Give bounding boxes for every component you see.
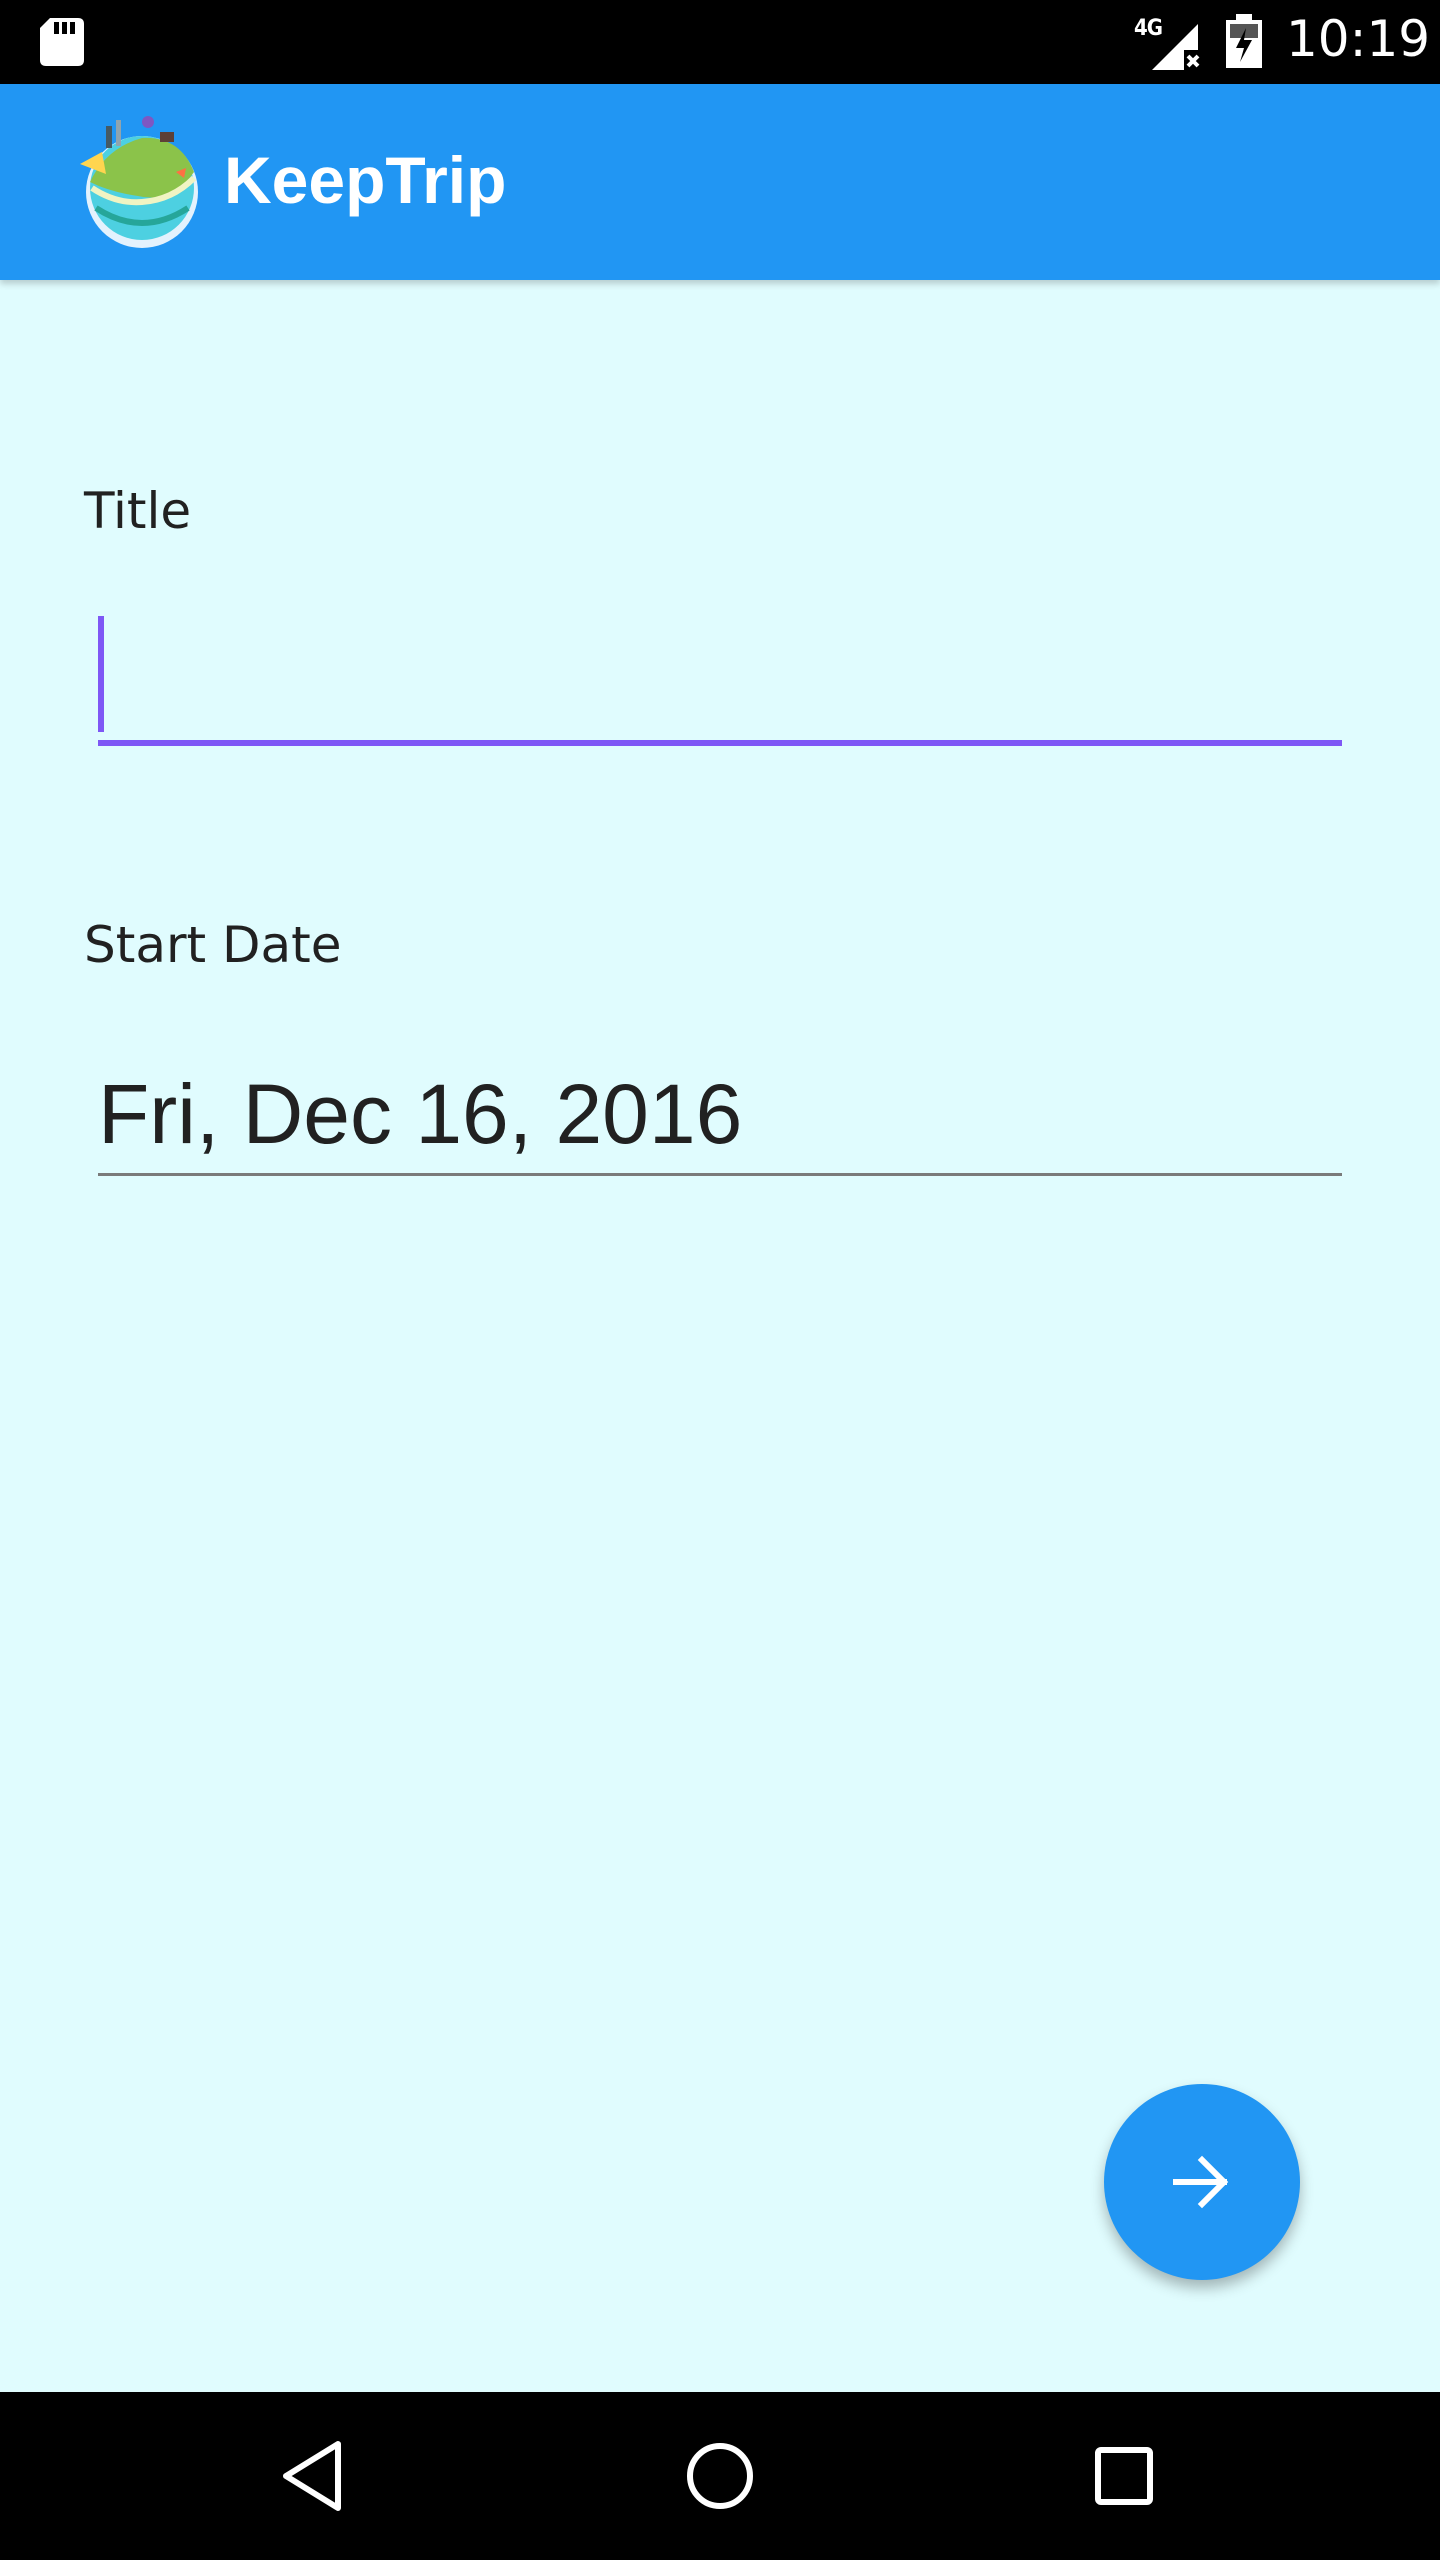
home-icon bbox=[687, 2443, 753, 2509]
start-date-value: Fri, Dec 16, 2016 bbox=[98, 1067, 743, 1161]
globe-island-logo-icon bbox=[80, 116, 198, 248]
arrow-forward-icon bbox=[1173, 2155, 1229, 2209]
next-button[interactable] bbox=[1104, 2084, 1300, 2280]
clock: 10:19 bbox=[1286, 10, 1431, 68]
recents-button[interactable] bbox=[1024, 2392, 1224, 2560]
status-bar: 4G 10:19 bbox=[0, 0, 1440, 84]
start-date-field[interactable]: Fri, Dec 16, 2016 bbox=[98, 1050, 1342, 1176]
navigation-bar bbox=[0, 2392, 1440, 2560]
recents-icon bbox=[1095, 2447, 1153, 2505]
text-cursor bbox=[98, 616, 104, 732]
start-date-label: Start Date bbox=[84, 916, 342, 974]
app-title: KeepTrip bbox=[224, 143, 507, 217]
sd-card-icon bbox=[40, 18, 84, 66]
screen: 4G 10:19 KeepTrip Title Start Date Fri, … bbox=[0, 0, 1440, 2560]
back-icon bbox=[283, 2441, 341, 2511]
title-label: Title bbox=[84, 482, 192, 540]
back-button[interactable] bbox=[216, 2392, 416, 2560]
network-type-label: 4G bbox=[1134, 16, 1163, 41]
title-input[interactable] bbox=[98, 600, 1342, 746]
signal-status: 4G bbox=[1132, 14, 1202, 70]
battery-charging-icon bbox=[1226, 14, 1262, 68]
home-button[interactable] bbox=[620, 2392, 820, 2560]
app-bar: KeepTrip bbox=[0, 84, 1440, 280]
